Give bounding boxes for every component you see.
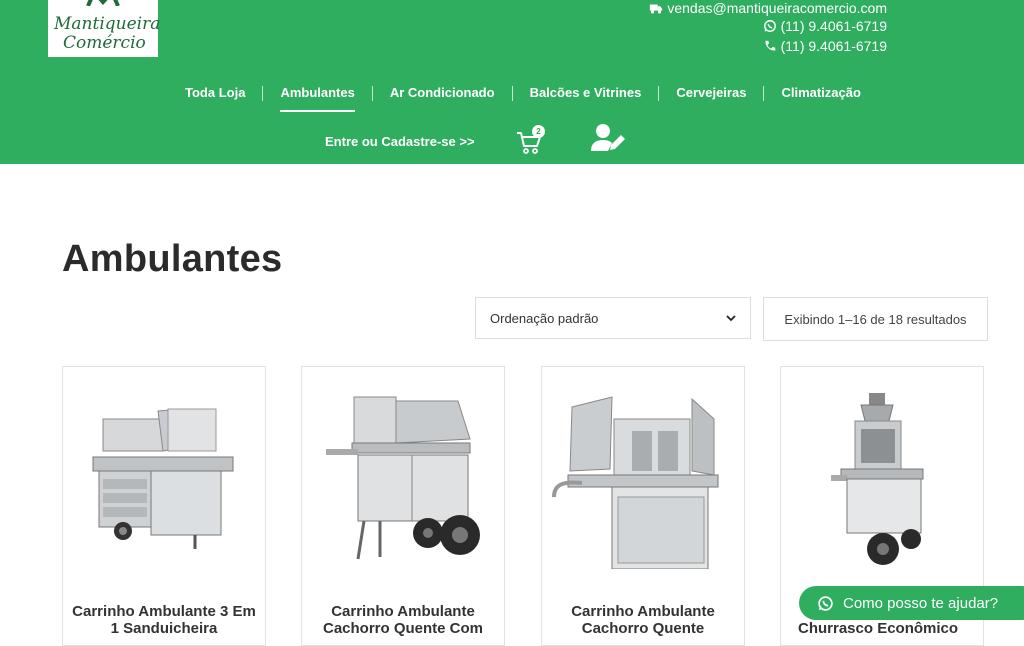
whatsapp-icon bbox=[818, 595, 833, 611]
product-card[interactable]: Carrinho Ambulante Cachorro Quente bbox=[541, 366, 745, 646]
nav-item-ambulantes[interactable]: Ambulantes bbox=[263, 82, 371, 112]
nav-item-cervejeiras[interactable]: Cervejeiras bbox=[659, 82, 763, 104]
site-header: Mantiqueira Comércio vendas@mantiqueirac… bbox=[0, 0, 1024, 164]
login-register-link[interactable]: Entre ou Cadastre-se >> bbox=[325, 134, 475, 149]
nav-item-ar-condicionado[interactable]: Ar Condicionado bbox=[373, 82, 512, 104]
chevron-down-icon bbox=[726, 315, 736, 322]
contact-email-text: vendas@mantiqueiracomercio.com bbox=[667, 0, 887, 16]
sort-select[interactable]: Ordenação padrão bbox=[475, 297, 751, 339]
contact-whatsapp[interactable]: (11) 9.4061-6719 bbox=[763, 18, 887, 34]
product-title[interactable]: Carrinho Ambulante Cachorro Quente bbox=[546, 603, 740, 637]
page-title: Ambulantes bbox=[62, 238, 283, 280]
nav-item-toda-loja[interactable]: Toda Loja bbox=[168, 82, 262, 104]
contact-phone[interactable]: (11) 9.4061-6719 bbox=[763, 38, 887, 54]
sort-select-value: Ordenação padrão bbox=[490, 310, 599, 326]
contact-email[interactable]: vendas@mantiqueiracomercio.com bbox=[649, 0, 887, 16]
product-image-cart-sanduicheira bbox=[92, 408, 234, 549]
product-title[interactable]: Carrinho Ambulante Cachorro Quente Com bbox=[306, 603, 500, 637]
whatsapp-icon bbox=[763, 20, 776, 32]
truck-icon bbox=[650, 4, 663, 14]
logo-text-line2: Comércio bbox=[63, 33, 146, 53]
nav-item-climatizacao[interactable]: Climatização bbox=[764, 82, 877, 104]
product-image-churrasqueira bbox=[831, 393, 924, 565]
site-logo[interactable]: Mantiqueira Comércio bbox=[48, 0, 161, 57]
product-card[interactable]: Carrinho Ambulante 3 Em 1 Sanduicheira bbox=[62, 366, 266, 646]
user-edit-icon[interactable] bbox=[590, 123, 626, 153]
product-title[interactable]: Carrinho Ambulante 3 Em 1 Sanduicheira bbox=[67, 603, 261, 637]
logo-mark-icon bbox=[86, 0, 120, 6]
nav-item-balcoes-vitrines[interactable]: Balcões e Vitrines bbox=[513, 82, 659, 104]
contact-whatsapp-text: (11) 9.4061-6719 bbox=[780, 18, 887, 34]
product-card[interactable]: Carrinho Ambulante Cachorro Quente Com bbox=[301, 366, 505, 646]
whatsapp-chat-button[interactable]: Como posso te ajudar? bbox=[799, 586, 1024, 620]
result-count: Exibindo 1–16 de 18 resultados bbox=[763, 297, 988, 341]
product-image-cart-cachorro-quente bbox=[326, 396, 480, 560]
cart-count-badge: 2 bbox=[532, 125, 545, 138]
chat-button-label: Como posso te ajudar? bbox=[843, 594, 999, 612]
main-nav: Toda Loja Ambulantes Ar Condicionado Bal… bbox=[168, 81, 878, 112]
contact-phone-text: (11) 9.4061-6719 bbox=[780, 38, 887, 54]
product-title[interactable]: Churrasco Econômico bbox=[798, 620, 958, 637]
logo-text-line1: Mantiqueira bbox=[54, 14, 161, 34]
product-image-cart-cachorro-quente-2 bbox=[552, 396, 719, 569]
phone-icon bbox=[765, 40, 775, 51]
